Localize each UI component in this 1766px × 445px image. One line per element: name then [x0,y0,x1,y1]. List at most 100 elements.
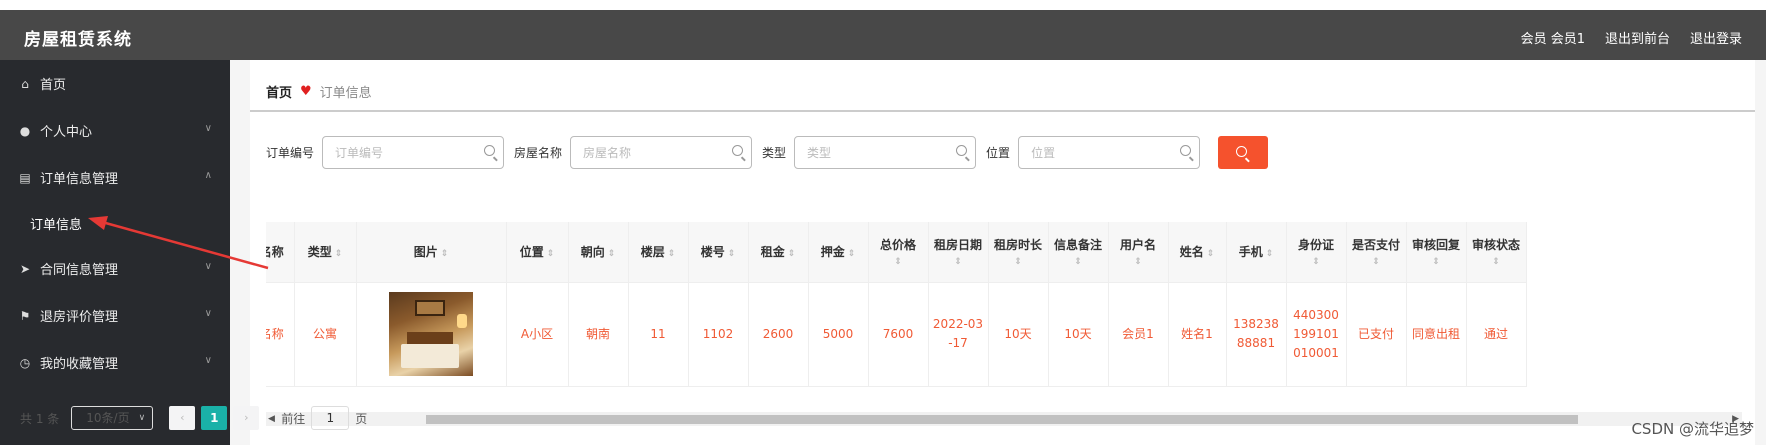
cell-orientation: 朝南 [568,282,629,387]
sort-icon[interactable]: ⇕ [1266,249,1274,259]
breadcrumb-home[interactable]: 首页 [266,82,292,101]
send-icon: ➤ [19,261,31,276]
col-header[interactable]: 图片 ⇕ [356,222,507,283]
house-name-input[interactable] [571,137,752,168]
clock-icon: ◷ [19,355,31,370]
col-header[interactable]: 信息备注 ⇕ [1048,222,1109,283]
horizontal-scrollbar[interactable]: ◀ ▶ [266,412,1742,426]
col-header[interactable]: 是否支付 ⇕ [1346,222,1407,283]
sort-icon[interactable]: ⇕ [335,249,343,259]
col-header[interactable]: 名称 [266,222,295,283]
col-header[interactable]: 押金 ⇕ [808,222,869,283]
page-size-select[interactable]: 10条/页 ∨ [71,406,154,430]
search-icon [1236,146,1248,157]
page-size-value: 10条/页 [86,411,130,425]
sidebar-item-order-mgmt[interactable]: ▤ 订单信息管理 ∧ [0,154,230,201]
table-row[interactable]: 名称 公寓 A小区 朝南 11 [266,282,1527,387]
room-photo[interactable] [389,292,473,376]
sort-icon[interactable]: ⇕ [608,249,616,259]
col-header[interactable]: 租房时长 ⇕ [988,222,1049,283]
sort-icon[interactable]: ⇕ [1469,257,1524,267]
sidebar-item-contract-mgmt[interactable]: ➤ 合同信息管理 ∨ [0,245,230,292]
header-actions: 会员 会员1 退出到前台 退出登录 [1521,28,1742,47]
cell-phone: 13823888881 [1226,282,1287,387]
scrollbar-thumb[interactable] [426,415,1578,424]
cell-review-status: 通过 [1466,282,1527,387]
sort-icon[interactable]: ⇕ [1409,257,1464,267]
cell-paid: 已支付 [1346,282,1407,387]
search-icon [484,145,496,156]
col-header[interactable]: 用户名 ⇕ [1108,222,1169,283]
cell-username: 会员1 [1108,282,1169,387]
sort-icon[interactable]: ⇕ [1207,249,1215,259]
user-icon: ● [19,123,31,138]
sort-icon[interactable]: ⇕ [1111,257,1166,267]
col-header[interactable]: 总价格 ⇕ [868,222,929,283]
sort-icon[interactable]: ⇕ [441,249,449,259]
sort-icon[interactable]: ⇕ [1349,257,1404,267]
cell-note: 10天 [1048,282,1109,387]
cell-id-card: 440300199101010001 [1286,282,1347,387]
location-label: 位置 [986,146,1011,160]
exit-to-front-link[interactable]: 退出到前台 [1605,28,1670,47]
sort-icon[interactable]: ⇕ [991,257,1046,267]
page-1-button[interactable]: 1 [201,406,228,430]
watermark: CSDN @流华追梦 [1631,420,1754,438]
search-icon [732,145,744,156]
sort-icon[interactable]: ⇕ [547,249,555,259]
col-header[interactable]: 楼层 ⇕ [628,222,689,283]
cell-name: 名称 [266,282,295,387]
cell-total: 7600 [868,282,929,387]
logout-link[interactable]: 退出登录 [1690,28,1742,47]
chart-icon: ▤ [19,170,31,185]
col-header[interactable]: 楼号 ⇕ [688,222,749,283]
sort-icon[interactable]: ⇕ [788,249,796,259]
sidebar: ⌂ 首页 ● 个人中心 ∨ ▤ 订单信息管理 ∧ 订单信息 ➤ 合同信息管理 ∨… [0,60,230,445]
photo-bed [401,344,459,368]
col-header[interactable]: 租房日期 ⇕ [928,222,989,283]
col-header[interactable]: 类型 ⇕ [294,222,357,283]
chevron-down-icon: ∨ [138,413,146,423]
search-button[interactable] [1218,136,1269,169]
location-field [1018,136,1201,169]
sort-icon[interactable]: ⇕ [931,257,986,267]
sidebar-subitem-order-info[interactable]: 订单信息 [0,201,230,245]
goto-page-input[interactable]: 1 [311,406,350,430]
sort-icon[interactable]: ⇕ [1051,257,1106,267]
sort-icon[interactable]: ⇕ [848,249,856,259]
sidebar-item-label: 我的收藏管理 [40,357,119,372]
content-panel: 首页 ♥ 订单信息 订单编号 房屋名称 类型 位置 [250,60,1755,445]
type-field [794,136,977,169]
search-icon [956,145,968,156]
sidebar-item-favorites[interactable]: ◷ 我的收藏管理 ∨ [0,339,230,386]
sidebar-item-home[interactable]: ⌂ 首页 [0,60,230,107]
sort-icon[interactable]: ⇕ [1289,257,1344,267]
user-info[interactable]: 会员 会员1 [1521,28,1585,47]
breadcrumb-current: 订单信息 [319,86,372,101]
sidebar-item-checkout-review[interactable]: ⚑ 退房评价管理 ∨ [0,292,230,339]
chevron-up-icon: ∧ [204,170,212,181]
col-header[interactable]: 身份证 ⇕ [1286,222,1347,283]
col-header[interactable]: 手机 ⇕ [1226,222,1287,283]
sort-icon[interactable]: ⇕ [668,249,676,259]
location-input[interactable] [1019,137,1200,168]
col-header[interactable]: 审核回复 ⇕ [1406,222,1467,283]
sidebar-item-label: 订单信息 [30,217,83,233]
col-header[interactable]: 位置 ⇕ [506,222,569,283]
order-no-input[interactable] [323,137,504,168]
chevron-down-icon: ∨ [204,261,212,272]
col-header[interactable]: 姓名 ⇕ [1168,222,1227,283]
sidebar-item-personal[interactable]: ● 个人中心 ∨ [0,107,230,154]
sort-icon[interactable]: ⇕ [728,249,736,259]
cell-building: 1102 [688,282,749,387]
photo-lamp [457,314,467,328]
col-header[interactable]: 审核状态 ⇕ [1466,222,1527,283]
col-header[interactable]: 租金 ⇕ [748,222,809,283]
col-header[interactable]: 朝向 ⇕ [568,222,629,283]
order-table: 名称 类型⇕ 图片⇕ 位置⇕ 朝向⇕ 楼层⇕ 楼号⇕ 租金⇕ 押金⇕ 总价格⇕ … [266,222,1742,416]
type-input[interactable] [795,137,976,168]
prev-page-button[interactable]: ‹ [169,406,196,430]
search-form: 订单编号 房屋名称 类型 位置 [266,136,1269,169]
next-page-button[interactable]: › [233,406,260,430]
sort-icon[interactable]: ⇕ [871,257,926,267]
